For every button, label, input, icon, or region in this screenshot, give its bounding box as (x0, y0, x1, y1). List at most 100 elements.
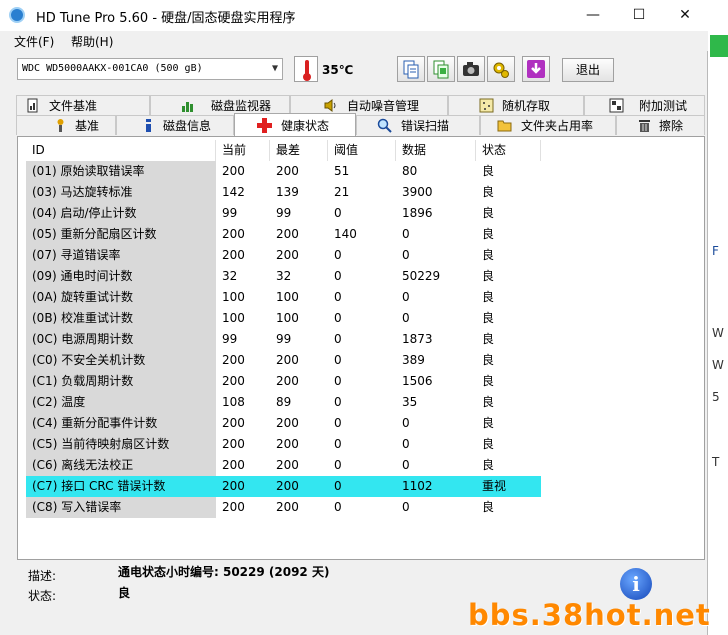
description-label: 描述: (28, 569, 57, 583)
health-cross-icon (257, 118, 272, 133)
info-icon[interactable]: i (620, 568, 652, 600)
options-button[interactable] (487, 56, 515, 82)
worst-value: 200 (276, 458, 299, 472)
status-value: 重视 (476, 476, 541, 497)
data-value: 1102 (396, 476, 476, 497)
table-row[interactable]: (0A) 旋转重试计数 100 100 0 0 良 (26, 287, 541, 308)
table-row[interactable]: (C0) 不安全关机计数 200 200 0 389 良 (26, 350, 541, 371)
column-header-current[interactable]: 当前 (216, 140, 270, 161)
table-row[interactable]: (05) 重新分配扇区计数 200 200 140 0 良 (26, 224, 541, 245)
toolbar: WDC WD5000AAKX-001CA0 (500 gB) ▼ 35℃ 退出 (0, 51, 708, 89)
save-button[interactable] (522, 56, 550, 82)
temperature-readout: 35℃ (322, 63, 354, 77)
column-header-data[interactable]: 数据 (396, 140, 476, 161)
extra-tests-icon (609, 98, 624, 113)
column-header-worst[interactable]: 最差 (270, 140, 328, 161)
trash-icon (639, 120, 650, 132)
menu-file[interactable]: 文件(F) (14, 33, 54, 50)
table-row[interactable]: (0B) 校准重试计数 100 100 0 0 良 (26, 308, 541, 329)
current-value: 200 (222, 353, 245, 367)
status-value: 良 (482, 206, 495, 220)
threshold-value: 0 (334, 353, 342, 367)
status-value: 良 (482, 290, 495, 304)
background-glyph: T (712, 455, 720, 469)
current-value: 200 (216, 476, 270, 497)
table-row[interactable]: (C2) 温度 108 89 0 35 良 (26, 392, 541, 413)
folder-icon (497, 120, 512, 132)
table-row[interactable]: (C7) 接口 CRC 错误计数 200 200 0 1102 重视 (26, 476, 541, 497)
copy-text-button[interactable] (397, 56, 425, 82)
attribute-name: (C8) 写入错误率 (26, 497, 216, 518)
data-value: 0 (402, 311, 410, 325)
tab-file-benchmark[interactable]: 文件基准 (16, 95, 150, 115)
speaker-icon (324, 99, 336, 112)
description-value: 通电状态小时编号: 50229 (2092 天) (118, 565, 330, 579)
copy-screenshot-icon (433, 60, 449, 79)
attribute-name: (0A) 旋转重试计数 (26, 287, 216, 308)
column-header-id[interactable]: ID (26, 140, 216, 161)
background-glyph: F (712, 244, 719, 258)
table-row[interactable]: (01) 原始读取错误率 200 200 51 80 良 (26, 161, 541, 182)
column-header-threshold[interactable]: 阈值 (328, 140, 396, 161)
table-row[interactable]: (03) 马达旋转标准 142 139 21 3900 良 (26, 182, 541, 203)
table-row[interactable]: (C4) 重新分配事件计数 200 200 0 0 良 (26, 413, 541, 434)
tab-health[interactable]: 健康状态 (234, 113, 356, 136)
tab-benchmark[interactable]: 基准 (16, 115, 116, 135)
threshold-value: 0 (334, 311, 342, 325)
attribute-name: (07) 寻道错误率 (26, 245, 216, 266)
tabs-top-row: 文件基准 磁盘监视器 自动噪音管理 随机存取 附加测试 (8, 95, 705, 115)
exit-button[interactable]: 退出 (562, 58, 614, 82)
table-row[interactable]: (C8) 写入错误率 200 200 0 0 良 (26, 497, 541, 518)
download-icon (527, 60, 545, 78)
maximize-button[interactable]: ☐ (616, 0, 662, 31)
tab-extra-tests[interactable]: 附加测试 (584, 95, 705, 115)
attribute-name: (04) 启动/停止计数 (26, 203, 216, 224)
tab-random-access[interactable]: 随机存取 (448, 95, 584, 115)
attribute-name: (09) 通电时间计数 (26, 266, 216, 287)
minimize-button[interactable]: — (570, 0, 616, 31)
drive-select[interactable]: WDC WD5000AAKX-001CA0 (500 gB) ▼ (17, 58, 283, 80)
tab-disk-info[interactable]: 磁盘信息 (116, 115, 234, 135)
tab-label: 基准 (75, 119, 100, 133)
status-value: 良 (482, 437, 495, 451)
current-value: 108 (222, 395, 245, 409)
tab-erase[interactable]: 擦除 (616, 115, 705, 135)
table-row[interactable]: (04) 启动/停止计数 99 99 0 1896 良 (26, 203, 541, 224)
gear-icon (493, 62, 509, 78)
status-value: 良 (482, 458, 495, 472)
disk-monitor-icon (182, 102, 193, 112)
threshold-value: 51 (334, 164, 350, 178)
table-row[interactable]: (C1) 负载周期计数 200 200 0 1506 良 (26, 371, 541, 392)
tab-folder-usage[interactable]: 文件夹占用率 (480, 115, 616, 135)
attribute-name: (05) 重新分配扇区计数 (26, 224, 216, 245)
attribute-name: (C6) 离线无法校正 (26, 455, 216, 476)
table-row[interactable]: (0C) 电源周期计数 99 99 0 1873 良 (26, 329, 541, 350)
table-row[interactable]: (09) 通电时间计数 32 32 0 50229 良 (26, 266, 541, 287)
data-value: 0 (402, 227, 410, 241)
tab-disk-monitor[interactable]: 磁盘监视器 (150, 95, 290, 115)
tab-error-scan[interactable]: 错误扫描 (356, 115, 480, 135)
current-value: 200 (222, 164, 245, 178)
close-button[interactable]: ✕ (662, 0, 708, 31)
threshold-value: 0 (334, 332, 342, 346)
status-label: 状态: (28, 589, 57, 603)
tab-aam[interactable]: 自动噪音管理 (290, 95, 448, 115)
current-value: 200 (222, 416, 245, 430)
tabs-bottom-row: 基准 磁盘信息 健康状态 错误扫描 文件夹占用率 擦除 (8, 113, 705, 136)
current-value: 200 (222, 248, 245, 262)
copy-screenshot-button[interactable] (427, 56, 455, 82)
table-row[interactable]: (C6) 离线无法校正 200 200 0 0 良 (26, 455, 541, 476)
column-header-status[interactable]: 状态 (476, 140, 541, 161)
threshold-value: 0 (334, 416, 342, 430)
table-row[interactable]: (C5) 当前待映射扇区计数 200 200 0 0 良 (26, 434, 541, 455)
status-value: 良 (482, 353, 495, 367)
status-value: 良 (482, 185, 495, 199)
data-value: 0 (402, 437, 410, 451)
worst-value: 89 (276, 395, 292, 409)
status-value: 良 (482, 248, 495, 262)
menu-help[interactable]: 帮助(H) (71, 33, 113, 50)
current-value: 142 (222, 185, 245, 199)
table-row[interactable]: (07) 寻道错误率 200 200 0 0 良 (26, 245, 541, 266)
current-value: 99 (222, 332, 238, 346)
screenshot-button[interactable] (457, 56, 485, 82)
